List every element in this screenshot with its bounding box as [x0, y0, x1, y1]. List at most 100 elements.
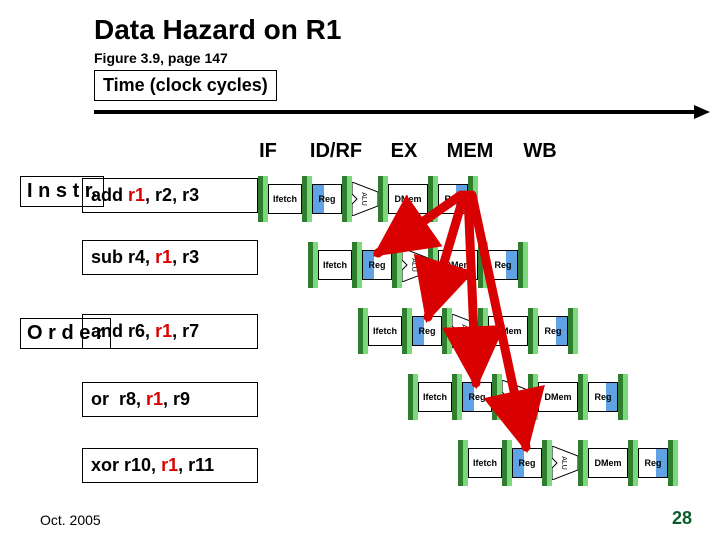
figure-reference: Figure 3.9, page 147 — [94, 50, 228, 66]
slide-title: Data Hazard on R1 — [94, 14, 341, 46]
op: and — [91, 321, 123, 341]
pipeline-latch-icon — [352, 242, 362, 288]
stage-box-ifetch: Ifetch — [268, 184, 302, 214]
pipeline-latch-icon — [452, 374, 462, 420]
operands: r8, — [109, 389, 146, 409]
stage-if: IF — [245, 140, 291, 163]
stage-box-reg-read: Reg — [512, 448, 542, 478]
stage-mem: MEM — [427, 140, 507, 163]
instruction-row: add r1, r2, r3 — [82, 178, 258, 213]
pipeline-latch-icon — [528, 308, 538, 354]
stage-box-ifetch: Ifetch — [318, 250, 352, 280]
hazard-reg: r1 — [128, 185, 145, 205]
alu-icon: ALU — [402, 248, 428, 282]
stage-box-reg-read: Reg — [312, 184, 342, 214]
hazard-reg: r1 — [146, 389, 163, 409]
instruction-row: or r8, r1, r9 — [82, 382, 258, 417]
hazard-reg: r1 — [161, 455, 178, 475]
pipeline-latch-icon — [568, 308, 578, 354]
pipeline-latch-icon — [428, 242, 438, 288]
pipeline-latch-icon — [542, 440, 552, 486]
stage-box-reg-write: Reg — [488, 250, 518, 280]
op: sub — [91, 247, 123, 267]
pipeline-latch-icon — [302, 176, 312, 222]
alu-icon: ALU — [502, 380, 528, 414]
pipeline-row: Ifetch Reg ALU DMem Reg — [308, 241, 528, 289]
pipeline-latch-icon — [578, 440, 588, 486]
pipeline-latch-icon — [492, 374, 502, 420]
operands: r6, — [128, 321, 155, 341]
hazard-reg: r1 — [155, 321, 172, 341]
pipeline-latch-icon — [442, 308, 452, 354]
stage-box-reg-read: Reg — [362, 250, 392, 280]
pipeline-row: Ifetch Reg ALU DMem Reg — [408, 373, 628, 421]
operands: , r2, r3 — [145, 185, 199, 205]
pipeline-latch-icon — [578, 374, 588, 420]
stage-box-reg-read: Reg — [412, 316, 442, 346]
stage-box-ifetch: Ifetch — [368, 316, 402, 346]
stage-wb: WB — [507, 140, 567, 163]
pipeline-latch-icon — [478, 242, 488, 288]
stage-box-reg-write: Reg — [538, 316, 568, 346]
pipeline-latch-icon — [392, 242, 402, 288]
pipeline-row: Ifetch Reg ALU DMem Reg — [358, 307, 578, 355]
instruction-row: xor r10, r1, r11 — [82, 448, 258, 483]
stage-box-ifetch: Ifetch — [418, 382, 452, 412]
stage-box-dmem: DMem — [538, 382, 578, 412]
op: add — [91, 185, 123, 205]
pipeline-latch-icon — [258, 176, 268, 222]
svg-text:ALU: ALU — [560, 456, 567, 470]
pipeline-latch-icon — [528, 374, 538, 420]
footer-date: Oct. 2005 — [40, 512, 101, 528]
pipeline-latch-icon — [668, 440, 678, 486]
pipeline-latch-icon — [428, 176, 438, 222]
instruction-row: sub r4, r1, r3 — [82, 240, 258, 275]
pipeline-latch-icon — [518, 242, 528, 288]
pipeline-latch-icon — [468, 176, 478, 222]
pipeline-latch-icon — [308, 242, 318, 288]
pipeline-row: Ifetch Reg ALU DMem Reg — [458, 439, 678, 487]
pipeline-latch-icon — [408, 374, 418, 420]
hazard-reg: r1 — [155, 247, 172, 267]
stage-box-reg-write: Reg — [588, 382, 618, 412]
stage-box-reg-read: Reg — [462, 382, 492, 412]
operands: , r3 — [172, 247, 199, 267]
pipeline-latch-icon — [358, 308, 368, 354]
stage-box-dmem: DMem — [588, 448, 628, 478]
stage-idrf: ID/RF — [291, 140, 381, 163]
pipeline-stage-header: IF ID/RF EX MEM WB — [245, 140, 567, 163]
slide-number: 28 — [672, 508, 692, 529]
stage-box-reg-write: Reg — [638, 448, 668, 478]
pipeline-latch-icon — [618, 374, 628, 420]
pipeline-latch-icon — [458, 440, 468, 486]
svg-text:ALU: ALU — [360, 192, 367, 206]
stage-box-dmem: DMem — [388, 184, 428, 214]
operands: , r9 — [163, 389, 190, 409]
pipeline-row: Ifetch Reg ALU DMem Reg — [258, 175, 478, 223]
pipeline-diagram: IfetchRegALUDMemRegIfetchRegALUDMemRegIf… — [258, 175, 718, 505]
svg-text:ALU: ALU — [410, 258, 417, 272]
alu-icon: ALU — [552, 446, 578, 480]
stage-box-dmem: DMem — [488, 316, 528, 346]
pipeline-latch-icon — [402, 308, 412, 354]
pipeline-latch-icon — [478, 308, 488, 354]
svg-text:ALU: ALU — [460, 324, 467, 338]
pipeline-latch-icon — [378, 176, 388, 222]
op: or — [91, 389, 109, 409]
pipeline-latch-icon — [342, 176, 352, 222]
operands: r4, — [128, 247, 155, 267]
pipeline-latch-icon — [628, 440, 638, 486]
operands: r10, — [124, 455, 161, 475]
stage-box-dmem: DMem — [438, 250, 478, 280]
pipeline-latch-icon — [502, 440, 512, 486]
stage-box-ifetch: Ifetch — [468, 448, 502, 478]
timeline-arrow-icon — [94, 105, 710, 119]
alu-icon: ALU — [452, 314, 478, 348]
operands: , r11 — [178, 455, 214, 475]
alu-icon: ALU — [352, 182, 378, 216]
op: xor — [91, 455, 119, 475]
instruction-row: and r6, r1, r7 — [82, 314, 258, 349]
stage-ex: EX — [381, 140, 427, 163]
stage-box-reg-write: Reg — [438, 184, 468, 214]
operands: , r7 — [172, 321, 199, 341]
